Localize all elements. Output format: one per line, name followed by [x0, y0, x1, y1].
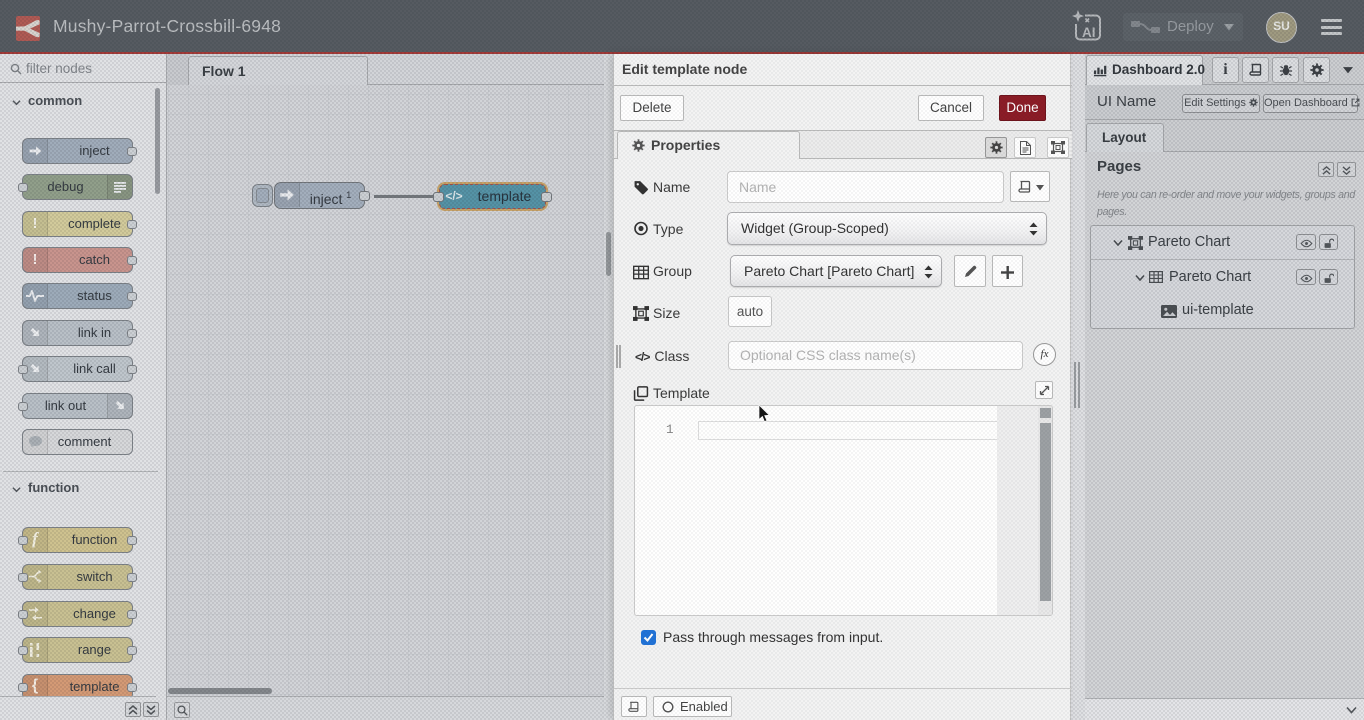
svg-text:AI: AI — [1082, 25, 1096, 40]
